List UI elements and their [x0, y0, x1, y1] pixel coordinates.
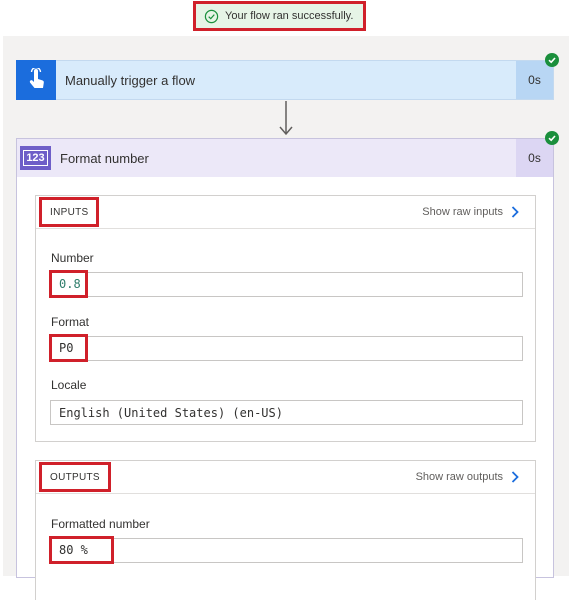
run-success-banner: Your flow ran successfully. [193, 1, 366, 31]
format-field-value: P0 [49, 334, 88, 362]
locale-field: English (United States) (en-US) [50, 400, 523, 425]
inputs-section-label: INPUTS [39, 197, 100, 227]
number-field-label: Number [51, 251, 94, 265]
formatted-number-field-value: 80 % [49, 536, 114, 564]
trigger-step-card[interactable]: Manually trigger a flow 0s [16, 59, 554, 100]
outputs-section-label: OUTPUTS [39, 462, 111, 492]
hand-touch-icon [29, 67, 44, 88]
show-raw-outputs-label: Show raw outputs [415, 471, 503, 483]
format-number-step-duration: 0s [516, 139, 553, 177]
trigger-icon-tile [16, 59, 56, 100]
chevron-right-icon [511, 471, 519, 483]
show-raw-inputs-label: Show raw inputs [422, 206, 503, 218]
locale-field-value: English (United States) (en-US) [59, 405, 283, 420]
number-field-value: 0.8 [49, 270, 88, 298]
inputs-panel: INPUTS Show raw inputs Number 0.8 Format… [35, 195, 536, 442]
chevron-right-icon [511, 206, 519, 218]
format-number-step-title: Format number [60, 150, 149, 166]
locale-field-label: Locale [51, 378, 87, 392]
outputs-panel-header: OUTPUTS Show raw outputs [36, 461, 535, 494]
number-field [50, 272, 523, 297]
format-number-step-header[interactable]: 123 Format number 0s [17, 139, 553, 177]
format-field-label: Format [51, 315, 90, 329]
formatted-number-field [50, 538, 523, 563]
outputs-panel: OUTPUTS Show raw outputs Formatted numbe… [35, 460, 536, 600]
format-number-icon-tile: 123 [20, 146, 51, 170]
format-field [50, 336, 523, 361]
run-success-message: Your flow ran successfully. [225, 10, 354, 22]
show-raw-inputs-link[interactable]: Show raw inputs [422, 196, 519, 228]
action-success-check-icon [545, 131, 559, 145]
trigger-success-check-icon [545, 53, 559, 67]
show-raw-outputs-link[interactable]: Show raw outputs [416, 461, 519, 493]
format-number-step-card: 123 Format number 0s INPUTS Show raw inp… [16, 138, 554, 600]
check-circle-icon [204, 9, 219, 23]
down-arrow-icon [279, 101, 293, 136]
formatted-number-field-label: Formatted number [51, 517, 150, 531]
trigger-step-duration: 0s [516, 61, 553, 99]
trigger-step-title: Manually trigger a flow [65, 72, 196, 88]
number-format-icon: 123 [23, 150, 48, 166]
inputs-panel-header: INPUTS Show raw inputs [36, 196, 535, 229]
